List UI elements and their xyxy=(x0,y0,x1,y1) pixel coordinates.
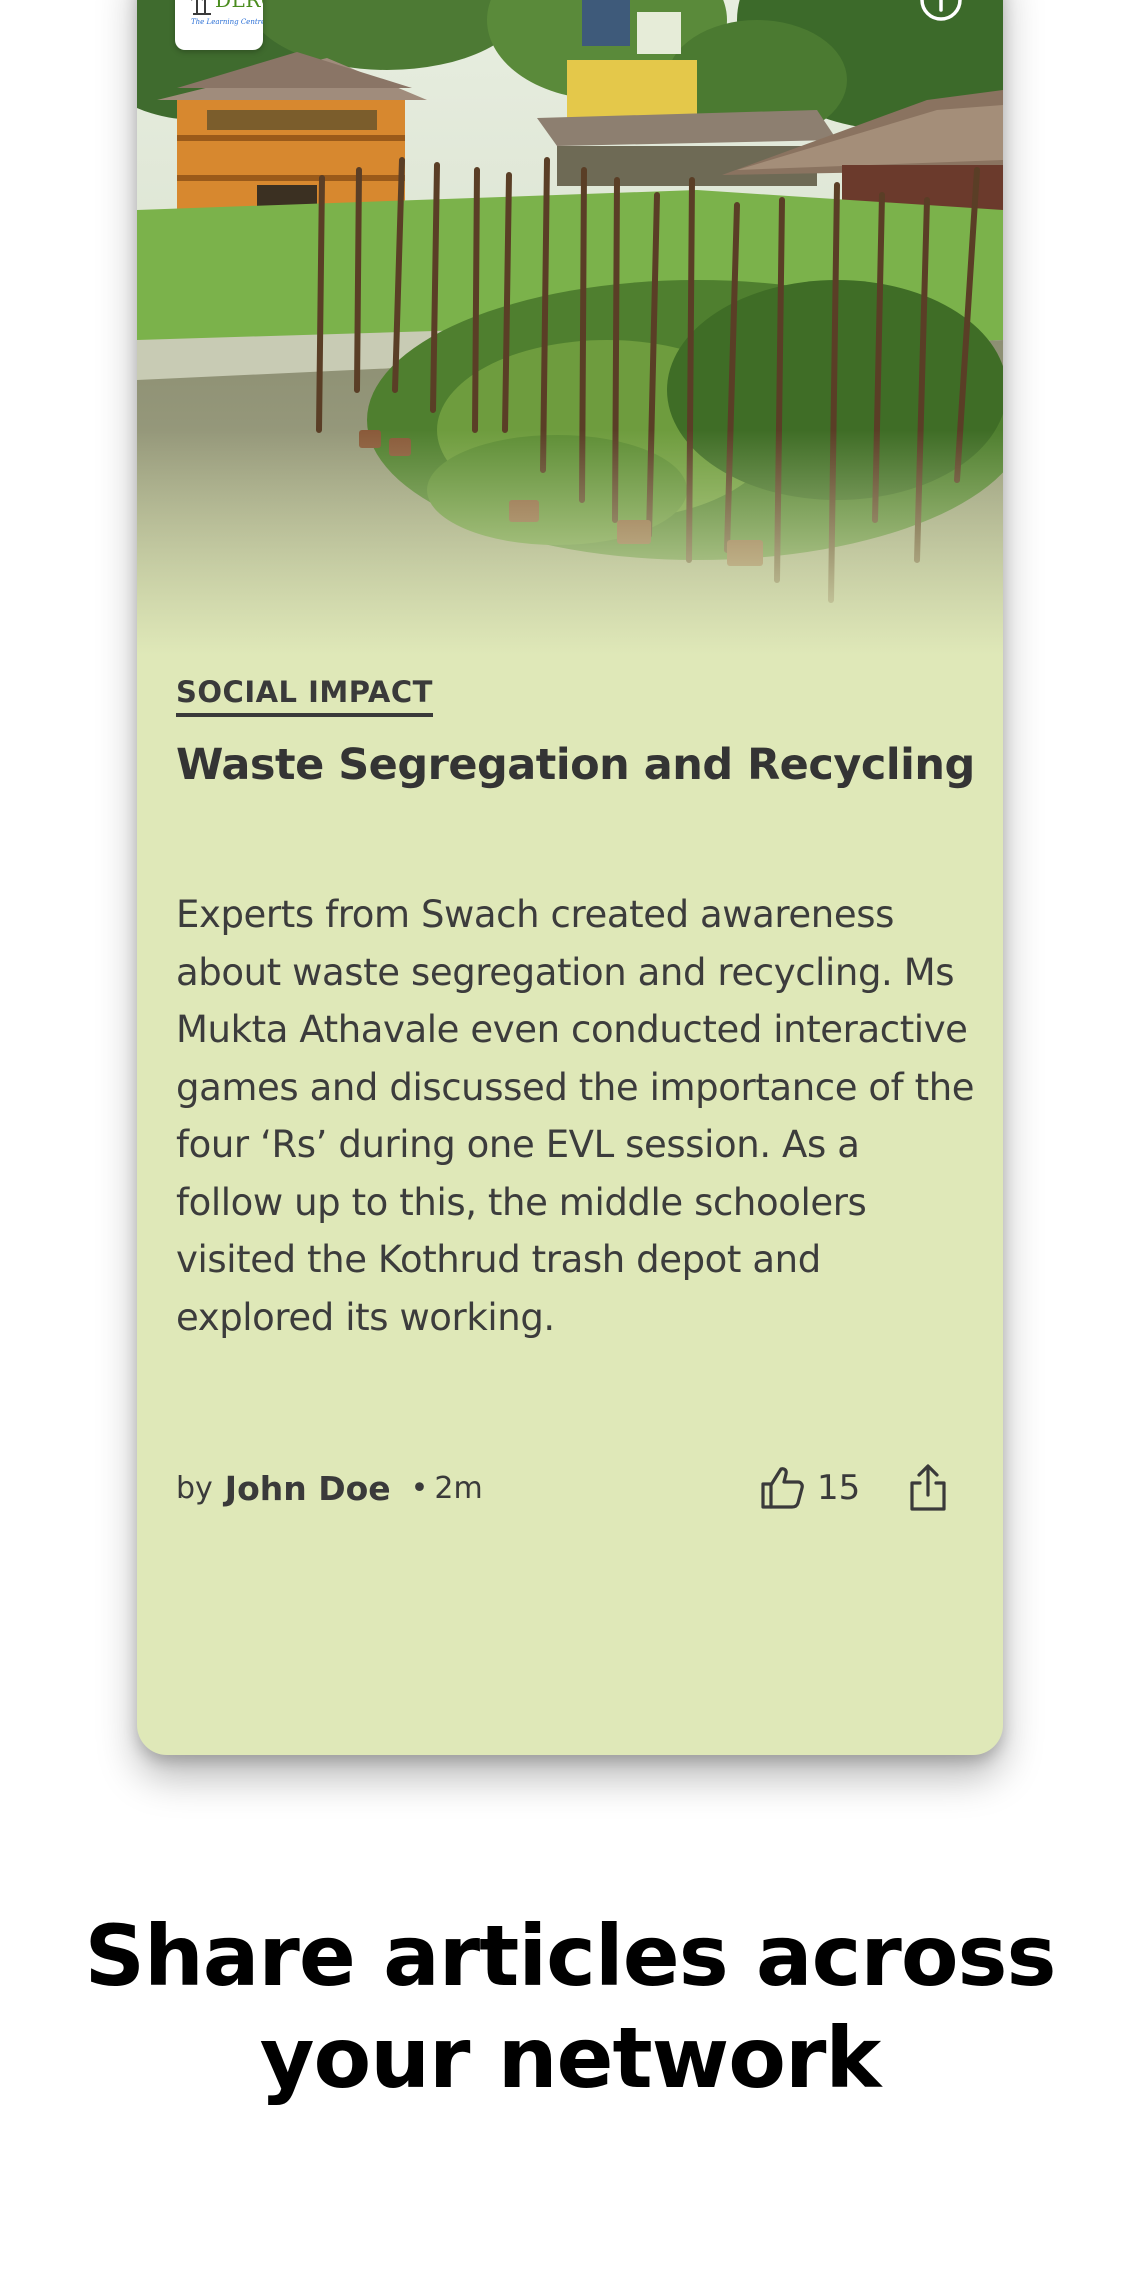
onboarding-headline: Share articles across your network xyxy=(0,1905,1140,2109)
time-ago: 2m xyxy=(434,1470,483,1506)
article-category[interactable]: SOCIAL IMPACT xyxy=(176,678,433,717)
thumbs-up-icon xyxy=(761,1467,804,1509)
article-body: Experts from Swach created awareness abo… xyxy=(176,893,975,1339)
author-name[interactable]: John Doe xyxy=(225,1469,391,1508)
logo-tagline: The Learning Centre xyxy=(191,18,263,26)
like-button[interactable]: 15 xyxy=(757,1463,906,1513)
article-actions: 15 xyxy=(757,1460,950,1516)
like-count: 15 xyxy=(817,1468,861,1508)
info-circle-icon[interactable] xyxy=(919,0,963,22)
logo-wordmark: DLRC xyxy=(215,0,263,12)
article-meta: by John Doe • 2m xyxy=(176,1466,483,1510)
headline-line-1: Share articles across xyxy=(84,1907,1056,2005)
article-hero-image: DLRC The Learning Centre xyxy=(137,0,1003,655)
onboarding-page: DLRC The Learning Centre SOCIAL IMPACT W… xyxy=(0,0,1140,2280)
byline-label: by xyxy=(176,1470,213,1506)
meta-separator: • xyxy=(410,1470,429,1506)
school-logo: DLRC The Learning Centre xyxy=(175,0,263,50)
article-title: Waste Segregation and Recycling xyxy=(176,740,975,790)
article-card[interactable]: DLRC The Learning Centre SOCIAL IMPACT W… xyxy=(137,0,1003,1755)
share-icon xyxy=(910,1464,946,1511)
headline-line-2: your network xyxy=(259,2009,881,2107)
share-button[interactable] xyxy=(906,1463,950,1513)
